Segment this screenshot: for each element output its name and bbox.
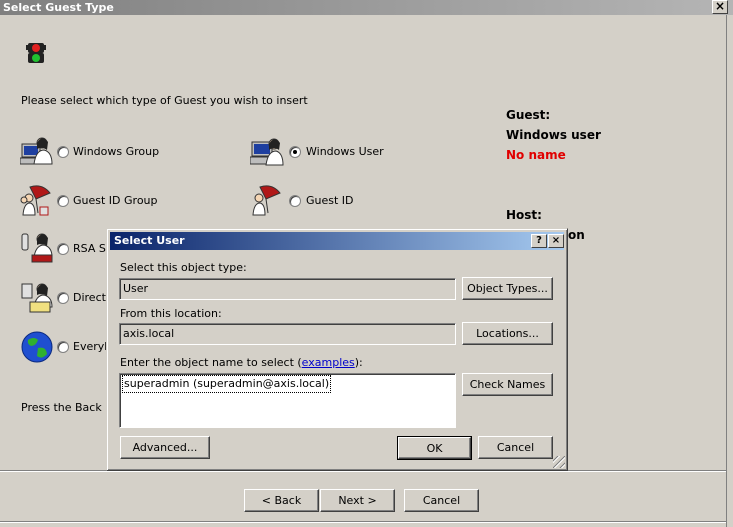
option-label-guest-id-group: Guest ID Group — [73, 194, 158, 207]
location-label: From this location: — [120, 307, 222, 320]
outer-right-border — [726, 15, 727, 527]
advanced-button[interactable]: Advanced... — [120, 436, 210, 459]
guest-id-icon — [250, 183, 284, 217]
outer-separator-bottom — [0, 521, 726, 523]
guest-id-group-icon — [20, 183, 54, 217]
option-label-rsa: RSA S — [73, 242, 106, 255]
select-user-dialog: Select User ? × Select this object type:… — [106, 228, 568, 471]
check-names-button[interactable]: Check Names — [462, 373, 553, 396]
outer-close-button[interactable]: × — [712, 0, 728, 14]
enter-label-prefix: Enter the object name to select ( — [120, 356, 302, 369]
location-field: axis.local — [119, 323, 456, 345]
back-hint-text: Press the Back bu — [21, 401, 120, 414]
radio-windows-user[interactable] — [289, 146, 301, 158]
radio-windows-group[interactable] — [57, 146, 69, 158]
resize-grip-icon[interactable] — [553, 456, 565, 468]
dialog-title: Select User — [114, 234, 185, 247]
object-type-label: Select this object type: — [120, 261, 247, 274]
radio-everybody[interactable] — [57, 341, 69, 353]
wizard-cancel-button[interactable]: Cancel — [404, 489, 479, 512]
guest-type-value: Windows user — [506, 128, 601, 142]
windows-group-icon — [19, 134, 54, 168]
enter-label-suffix: ): — [354, 356, 363, 369]
host-value-partial: on — [568, 228, 585, 242]
dialog-cancel-button[interactable]: Cancel — [478, 436, 553, 459]
close-icon: × — [551, 235, 561, 246]
locations-button[interactable]: Locations... — [462, 322, 553, 345]
globe-icon — [20, 330, 54, 364]
guest-name-value: No name — [506, 148, 566, 162]
outer-title-bar: Select Guest Type — [0, 0, 733, 15]
next-button[interactable]: Next > — [320, 489, 395, 512]
host-heading: Host: — [506, 208, 542, 222]
object-types-button[interactable]: Object Types... — [462, 277, 553, 300]
help-icon: ? — [536, 235, 542, 246]
instruction-text: Please select which type of Guest you wi… — [21, 94, 308, 107]
radio-guest-id[interactable] — [289, 195, 301, 207]
option-label-windows-group: Windows Group — [73, 145, 160, 158]
close-icon: × — [714, 0, 726, 13]
ok-button[interactable]: OK — [397, 436, 472, 460]
object-type-field: User — [119, 278, 456, 300]
windows-user-icon — [249, 134, 284, 168]
entered-object-name: superadmin (superadmin@axis.local) — [121, 375, 332, 393]
help-button[interactable]: ? — [531, 234, 547, 248]
rsa-icon — [20, 230, 54, 264]
dialog-title-bar: Select User ? × — [110, 232, 564, 250]
object-name-input[interactable]: superadmin (superadmin@axis.local) — [119, 373, 456, 428]
radio-rsa[interactable] — [57, 243, 69, 255]
radio-guest-id-group[interactable] — [57, 195, 69, 207]
outer-window-title: Select Guest Type — [3, 1, 114, 14]
examples-link[interactable]: examples — [302, 356, 355, 369]
traffic-light-icon — [25, 40, 47, 66]
directory-icon — [20, 280, 54, 314]
radio-directory[interactable] — [57, 292, 69, 304]
back-button[interactable]: < Back — [244, 489, 319, 512]
guest-heading: Guest: — [506, 108, 551, 122]
option-label-windows-user: Windows User — [306, 145, 384, 158]
option-label-guest-id: Guest ID — [306, 194, 354, 207]
dialog-close-button[interactable]: × — [548, 234, 564, 248]
enter-object-label: Enter the object name to select (example… — [120, 356, 363, 369]
